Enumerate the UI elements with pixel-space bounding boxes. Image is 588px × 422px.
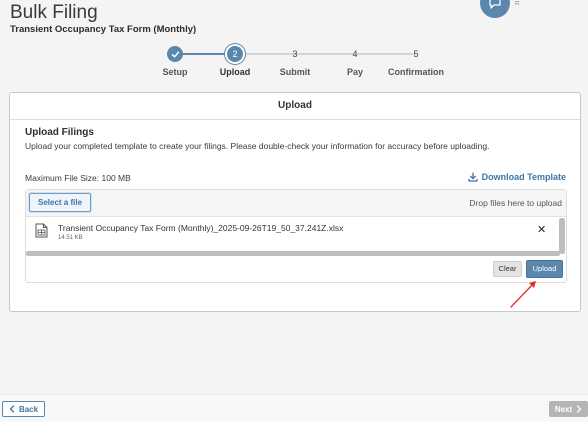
next-button[interactable]: Next — [549, 401, 588, 417]
spreadsheet-file-icon — [35, 223, 48, 238]
chat-bubble-icon — [489, 0, 501, 9]
annotation-arrow-icon — [510, 281, 536, 308]
drag-handle-icon[interactable]: ⠿ — [514, 0, 520, 7]
section-description: Upload your completed template to create… — [25, 141, 490, 151]
step-circle: 5 — [413, 49, 419, 59]
back-label: Back — [18, 404, 39, 414]
section-title: Upload Filings — [25, 127, 94, 138]
file-list-horizontal-scrollbar[interactable] — [26, 251, 560, 256]
next-label: Next — [554, 404, 573, 414]
max-file-size-text: Maximum File Size: 100 MB — [25, 173, 131, 183]
step-circle — [167, 46, 183, 62]
download-template-label: Download Template — [481, 172, 566, 182]
step-label: Confirmation — [388, 67, 444, 77]
file-list-item: Transient Occupancy Tax Form (Monthly)_2… — [26, 218, 560, 246]
step-circle: 4 — [352, 49, 358, 59]
step-circle: 3 — [292, 49, 298, 59]
upload-toolbar: Select a file Drop files here to upload — [26, 190, 566, 217]
footer-bar: Back Next — [0, 394, 588, 422]
step-confirmation[interactable]: 5 Confirmation — [376, 46, 456, 77]
file-name: Transient Occupancy Tax Form (Monthly)_2… — [58, 223, 344, 233]
back-button[interactable]: Back — [2, 401, 45, 417]
page-subtitle: Transient Occupancy Tax Form (Monthly) — [10, 24, 197, 35]
remove-file-button[interactable]: ✕ — [537, 225, 546, 236]
drop-hint: Drop files here to upload — [469, 198, 562, 208]
scrollbar-thumb[interactable] — [559, 218, 565, 254]
check-icon — [171, 51, 179, 58]
clear-button[interactable]: Clear — [493, 261, 522, 277]
file-upload-dropzone[interactable]: Select a file Drop files here to upload … — [25, 189, 567, 283]
file-size: 14.51 KB — [58, 235, 83, 241]
file-list-vertical-scrollbar[interactable] — [559, 218, 565, 254]
chat-button[interactable] — [480, 0, 510, 18]
card-header: Upload — [10, 93, 580, 120]
upload-card: Upload Upload Filings Upload your comple… — [9, 92, 581, 312]
select-file-button[interactable]: Select a file — [29, 193, 92, 212]
chevron-right-icon — [577, 405, 582, 413]
progress-stepper: Setup 2 Upload 3 Submit 4 Pay 5 Confirma… — [0, 46, 588, 82]
download-icon — [468, 172, 478, 182]
download-template-link[interactable]: Download Template — [468, 172, 566, 182]
step-circle: 2 — [227, 46, 243, 62]
page-title: Bulk Filing — [10, 2, 98, 23]
chevron-left-icon — [9, 405, 15, 413]
